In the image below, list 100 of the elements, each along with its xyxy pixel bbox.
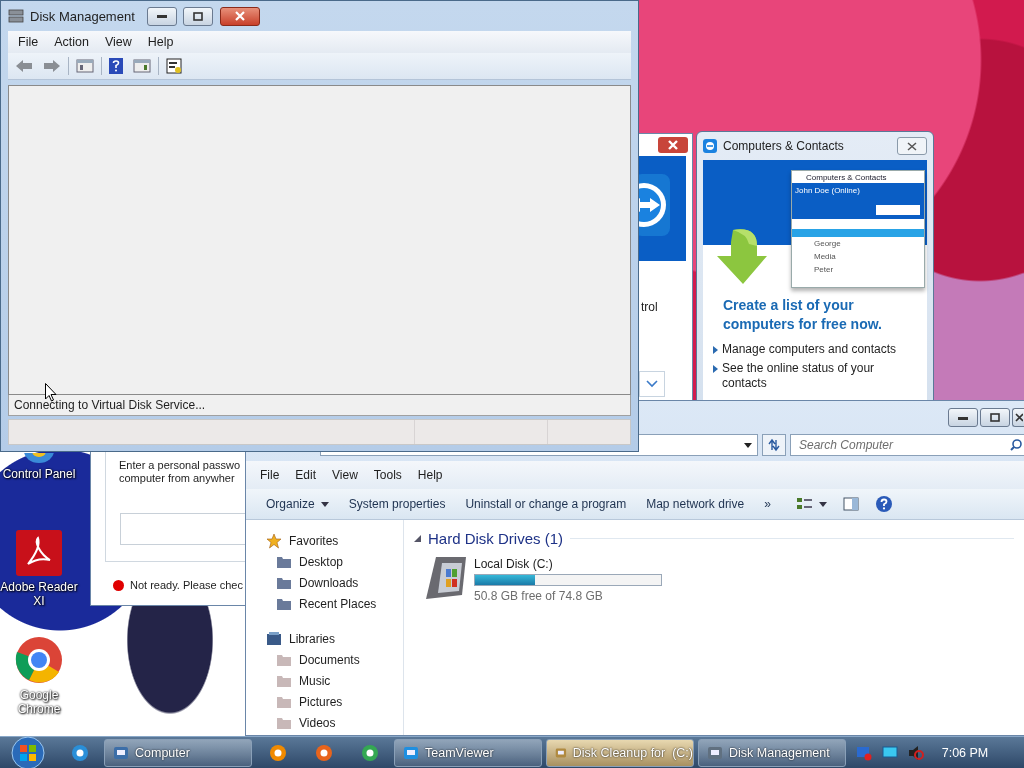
window-icon (707, 744, 723, 761)
monitor-icon[interactable] (882, 745, 898, 760)
window-icon (403, 744, 419, 761)
list-view-icon (796, 497, 827, 511)
app-icon (70, 742, 90, 763)
promo-bullet: See the online status of your contacts (722, 361, 876, 391)
nav-item[interactable]: Libraries (266, 628, 403, 649)
chevron-down-icon (646, 380, 658, 388)
window-title: Disk Management (30, 8, 135, 24)
chrome-icon[interactable] (15, 636, 63, 684)
nav-item[interactable]: Videos (266, 712, 403, 733)
app-icon (268, 742, 288, 763)
close-button[interactable] (219, 6, 260, 26)
minimize-icon (958, 415, 968, 420)
status-text: Not ready. Please chec (130, 579, 243, 591)
speaker-icon[interactable] (908, 744, 924, 761)
maximize-icon (990, 413, 1000, 422)
nav-item[interactable]: Music (266, 670, 403, 691)
back-arrow-icon (15, 59, 33, 73)
help-icon (874, 495, 893, 513)
properties-button[interactable] (163, 56, 185, 76)
disk-icon (8, 9, 24, 23)
command-button[interactable]: Uninstall or change a program (459, 494, 633, 514)
folder-icon (276, 652, 292, 667)
pdf-icon[interactable] (16, 530, 62, 576)
close-button[interactable] (1012, 408, 1024, 427)
maximize-button[interactable] (980, 408, 1010, 427)
nav-item[interactable]: Favorites (266, 530, 403, 551)
command-button[interactable]: Organize (260, 494, 335, 514)
star-icon (266, 532, 282, 549)
nav-item[interactable]: Recent Places (266, 593, 403, 614)
dropdown[interactable] (639, 371, 665, 397)
nav-item[interactable]: Pictures (266, 691, 403, 712)
desktop-icon-label[interactable]: Adobe Reader XI (0, 580, 78, 608)
caret-icon (320, 501, 329, 507)
minimize-icon (156, 14, 167, 18)
drive-space-text: 50.8 GB free of 74.8 GB (474, 589, 604, 603)
cursor-icon (45, 383, 57, 402)
panel-text: trol (641, 300, 658, 314)
command-button[interactable]: System properties (342, 494, 452, 514)
app-icon (360, 742, 380, 763)
menu-item[interactable]: View (326, 466, 364, 484)
window-title: Computers & Contacts (723, 139, 844, 153)
library-icon (266, 631, 282, 646)
desktop-icon-label[interactable]: Control Panel (2, 467, 76, 481)
help-button[interactable] (106, 56, 126, 76)
pane-icon (76, 59, 94, 73)
promo-bullet: Manage computers and contacts (722, 342, 897, 357)
menu-item[interactable]: View (98, 33, 138, 51)
menu-item[interactable]: Help (141, 33, 180, 51)
action-pane-button[interactable] (130, 57, 154, 75)
section-heading: Hard Disk Drives (1) (428, 530, 563, 547)
nav-item[interactable]: Downloads (266, 572, 403, 593)
close-icon (906, 141, 918, 151)
minimize-button[interactable] (146, 6, 177, 26)
folder-icon (276, 554, 292, 569)
folder-icon (276, 694, 292, 709)
preview-account: John Doe (Online) (795, 186, 860, 195)
clock[interactable]: 7:06 PM (930, 745, 1000, 760)
search-icon[interactable] (1010, 439, 1022, 451)
menu-item[interactable]: File (12, 33, 45, 51)
refresh-button[interactable] (762, 434, 786, 456)
command-button[interactable]: Map network drive (640, 494, 751, 514)
taskbar-window-button[interactable]: Disk Management (698, 738, 846, 767)
maximize-icon (192, 11, 203, 21)
search-field[interactable]: Search Computer (790, 434, 1024, 456)
folder-icon (276, 673, 292, 688)
taskbar-window-button[interactable]: Computer (104, 738, 252, 767)
close-button[interactable] (897, 137, 927, 155)
pane-icon (133, 59, 151, 73)
menu-item[interactable]: Action (48, 33, 95, 51)
bullet-icon (713, 346, 718, 354)
menu-item[interactable]: Help (411, 466, 449, 484)
nav-item[interactable]: Desktop (266, 551, 403, 572)
close-icon (667, 140, 679, 150)
nav-item[interactable]: Documents (266, 649, 403, 670)
preview-contact: Peter (813, 264, 835, 276)
more-commands-button[interactable]: » (758, 494, 777, 514)
preview-title: Computers & Contacts (806, 172, 887, 182)
preview-contact: George (813, 238, 842, 250)
app-icon (703, 139, 717, 153)
desktop-icon-label[interactable]: Google Chrome (0, 688, 78, 716)
help-icon (109, 58, 123, 74)
menu-item[interactable]: File (254, 466, 286, 484)
console-tree-button[interactable] (73, 57, 97, 75)
drive-name: Local Disk (C:) (474, 557, 554, 571)
menu-item[interactable]: Edit (289, 466, 323, 484)
minimize-button[interactable] (948, 408, 978, 427)
maximize-button[interactable] (182, 6, 213, 26)
properties-icon (166, 58, 182, 74)
bullet-icon (713, 365, 718, 373)
prompt-text: Enter a personal passwo computer from anywher (119, 459, 241, 485)
taskbar-window-button[interactable]: TeamViewer (394, 738, 542, 767)
menu-item[interactable]: Tools (367, 466, 408, 484)
collapse-icon[interactable] (414, 535, 421, 542)
forward-arrow-icon (43, 59, 61, 73)
preview-contact: Media (813, 251, 837, 263)
close-icon (233, 11, 246, 21)
drive-item[interactable]: Local Disk (C:) 50.8 GB free of 74.8 GB (414, 553, 668, 605)
close-icon (1014, 413, 1023, 422)
